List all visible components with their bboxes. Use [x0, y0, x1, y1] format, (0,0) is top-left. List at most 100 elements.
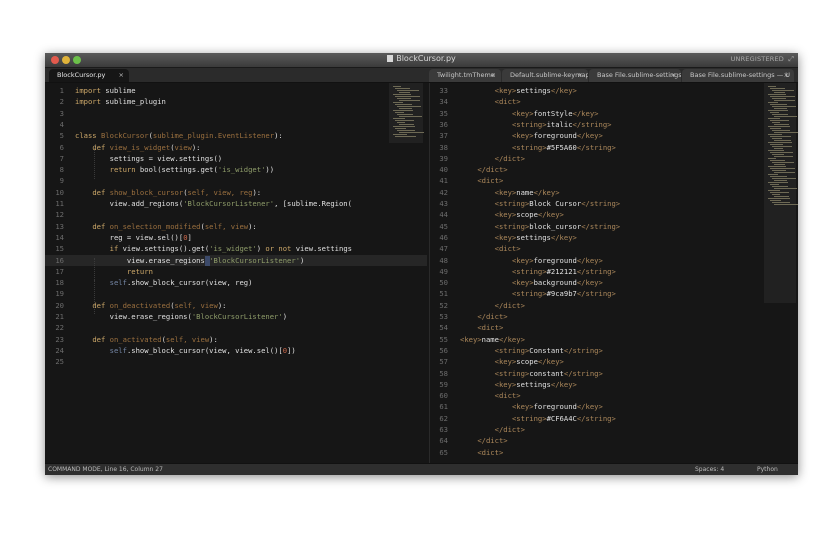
syntax-selector[interactable]: Python [757, 464, 778, 475]
minimap-line [768, 94, 786, 95]
line-number: 63 [439, 425, 448, 434]
code-token: <string> [511, 289, 547, 299]
code-line[interactable]: <dict> [460, 243, 521, 254]
line-number: 2 [59, 97, 64, 107]
code-token: ): [248, 221, 257, 231]
code-line[interactable]: <key>name</key> [460, 334, 525, 345]
code-token: </dict> [494, 153, 525, 163]
code-line[interactable]: <key>fontStyle</key> [460, 108, 599, 119]
code-line[interactable]: def on_deactivated(self, view): [75, 300, 226, 311]
minimap[interactable] [764, 83, 798, 303]
line-number: 1 [59, 86, 64, 95]
code-line[interactable]: def show_block_cursor(self, view, reg): [75, 187, 261, 198]
tab-base-settings-default[interactable]: Base File.sublime-settings — D× [589, 69, 681, 82]
code-editor-right[interactable]: 33 <key>settings</key> 34 <dict> 35 <key>f… [429, 83, 798, 463]
code-line[interactable]: <dict> [460, 96, 521, 107]
code-line[interactable]: </dict> [460, 311, 507, 322]
tab-base-settings-user[interactable]: Base File.sublime-settings — U × [682, 69, 794, 82]
code-line[interactable]: <string>#9ca9b7</string> [460, 288, 616, 299]
code-line[interactable]: <key>settings</key> [460, 379, 577, 390]
line-number: 54 [439, 323, 448, 333]
code-line[interactable]: </dict> [460, 300, 525, 311]
code-line[interactable]: <key>settings</key> [460, 232, 577, 243]
code-line[interactable]: reg = view.sel()[0] [75, 232, 192, 243]
minimap[interactable] [389, 83, 424, 143]
code-line[interactable]: <key>foreground</key> [460, 130, 603, 141]
code-line[interactable]: </dict> [460, 153, 525, 164]
status-mode: COMMAND MODE, Line 16, Column 27 [48, 466, 163, 473]
code-line[interactable]: view.add_regions('BlockCursorListener', … [75, 198, 352, 209]
code-line[interactable]: return bool(settings.get('is_widget')) [75, 164, 274, 175]
line-number: 36 [439, 119, 448, 129]
fullscreen-icon[interactable]: ⤢ [788, 55, 794, 64]
code-line[interactable]: if view.settings().get('is_widget') or n… [75, 243, 352, 254]
code-line[interactable]: <string>Block Cursor</string> [460, 198, 621, 209]
code-line[interactable]: <dict> [460, 447, 503, 458]
indentation-setting[interactable]: Spaces: 4 [695, 464, 724, 475]
code-token: on_selection_modified [109, 221, 201, 231]
status-bar: COMMAND MODE, Line 16, Column 27 Spaces:… [45, 463, 798, 475]
minimap-line [397, 106, 421, 107]
code-line[interactable]: </dict> [460, 424, 525, 435]
code-line[interactable]: <string>italic</string> [460, 119, 612, 130]
close-tab-icon[interactable]: × [491, 69, 496, 82]
code-line[interactable]: def on_selection_modified(self, view): [75, 221, 257, 232]
code-line[interactable]: self.show_block_cursor(view, reg) [75, 277, 253, 288]
code-token: sublime_plugin [105, 97, 166, 107]
code-line[interactable]: settings = view.settings() [75, 153, 223, 164]
code-line[interactable]: <string>block_cursor</string> [460, 221, 621, 232]
minimap-line [774, 132, 798, 133]
tab-default-keymap[interactable]: Default.sublime-keymap × [502, 69, 588, 82]
tab-twilight-tmtheme[interactable]: Twilight.tmTheme × [429, 69, 501, 82]
close-tab-icon[interactable]: × [578, 69, 583, 82]
minimap-line [770, 104, 787, 105]
code-line[interactable]: def on_activated(self, view): [75, 334, 218, 345]
minimap-line [774, 188, 797, 189]
code-line[interactable]: <key>foreground</key> [460, 255, 603, 266]
code-line[interactable]: <string>constant</string> [460, 368, 603, 379]
close-tab-icon[interactable]: × [119, 69, 124, 82]
minimap-line [772, 162, 794, 163]
code-line[interactable]: <string>#CF6A4C</string> [460, 413, 616, 424]
code-line[interactable]: <key>settings</key> [460, 85, 577, 96]
code-line[interactable]: </dict> [460, 164, 507, 175]
code-token: </key> [537, 210, 564, 220]
code-line[interactable]: <dict> [460, 390, 521, 401]
code-line[interactable]: import sublime_plugin [75, 96, 166, 107]
code-line[interactable]: <key>foreground</key> [460, 401, 603, 412]
code-token: ) [300, 255, 305, 265]
code-line[interactable]: <key>scope</key> [460, 356, 564, 367]
code-line[interactable]: <string>#212121</string> [460, 266, 616, 277]
minimap-line [768, 86, 776, 87]
code-line[interactable]: <key>scope</key> [460, 209, 564, 220]
code-line[interactable]: </dict> [460, 435, 507, 446]
code-token: </key> [576, 402, 603, 412]
code-line[interactable]: <string>Constant</string> [460, 345, 603, 356]
code-line[interactable]: <string>#5F5A60</string> [460, 142, 616, 153]
code-line[interactable]: self.show_block_cursor(view, view.sel()[… [75, 345, 296, 356]
code-line[interactable]: view.erase_regions('BlockCursorListener'… [75, 255, 304, 266]
code-line[interactable]: <key>background</key> [460, 277, 603, 288]
minimap-line [770, 144, 783, 145]
close-tab-icon[interactable]: × [784, 69, 789, 82]
code-line[interactable]: return [75, 266, 153, 277]
code-line[interactable]: <dict> [460, 175, 503, 186]
tab-blockcursor-py[interactable]: BlockCursor.py × [49, 69, 129, 82]
line-number: 22 [55, 323, 64, 333]
code-token: italic [546, 119, 573, 129]
code-token: 'BlockCursorListener' [209, 255, 301, 265]
code-line[interactable]: import sublime [75, 85, 136, 96]
code-line[interactable]: <dict> [460, 322, 503, 333]
code-token: #212121 [546, 266, 577, 276]
minimap-line [768, 110, 788, 111]
code-editor-left[interactable]: 1 import sublime 2 import sublime_plugin 3 4 5… [45, 83, 427, 463]
code-line[interactable]: class BlockCursor(sublime_plugin.EventLi… [75, 130, 283, 141]
close-tab-icon[interactable]: × [671, 69, 676, 82]
code-line[interactable]: <key>name</key> [460, 187, 560, 198]
code-line[interactable]: view.erase_regions('BlockCursorListener'… [75, 311, 287, 322]
code-token: .show_block_cursor(view, view.sel()[ [126, 345, 283, 355]
